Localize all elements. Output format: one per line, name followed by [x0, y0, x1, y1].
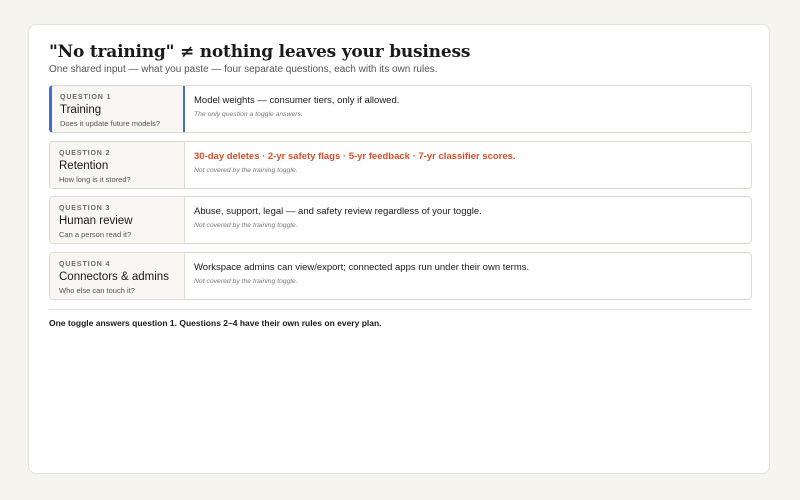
question-answer: 30-day deletes · 2-yr safety flags · 5-y…: [194, 150, 516, 162]
question-row-training: QUESTION 1 Training Does it update futur…: [49, 85, 752, 133]
question-list: QUESTION 1 Training Does it update futur…: [49, 85, 752, 307]
question-answer: Workspace admins can view/export; connec…: [194, 261, 530, 273]
question-answer: Abuse, support, legal — and safety revie…: [194, 206, 482, 217]
question-answer-panel: Workspace admins can view/export; connec…: [185, 253, 751, 299]
footer-summary: One toggle answers question 1. Questions…: [49, 318, 382, 328]
question-name: Connectors & admins: [59, 270, 169, 283]
question-note: The only question a toggle answers.: [194, 111, 303, 118]
question-note: Not covered by the training toggle.: [194, 166, 298, 174]
question-name: Human review: [59, 215, 133, 227]
question-name: Retention: [59, 159, 109, 172]
question-row-human-review: QUESTION 3 Human review Can a person rea…: [49, 196, 752, 244]
question-text: How long is it stored?: [59, 174, 131, 184]
question-note: Not covered by the training toggle.: [194, 277, 298, 285]
explainer-card: "No training" ≠ nothing leaves your busi…: [28, 24, 770, 474]
question-answer-panel: 30-day deletes · 2-yr safety flags · 5-y…: [185, 142, 751, 188]
question-text: Can a person read it?: [59, 230, 132, 239]
question-text: Does it update future models?: [60, 119, 161, 128]
question-number: QUESTION 3: [59, 205, 111, 212]
question-text: Who else can touch it?: [59, 285, 135, 295]
question-row-retention: QUESTION 2 Retention How long is it stor…: [49, 140, 752, 189]
question-name: Training: [60, 104, 102, 116]
page-title: "No training" ≠ nothing leaves your busi…: [49, 42, 471, 62]
question-answer: Model weights — consumer tiers, only if …: [194, 95, 400, 106]
question-row-connectors-admins: QUESTION 4 Connectors & admins Who else …: [49, 251, 752, 300]
footer-divider: [49, 309, 752, 310]
question-number: QUESTION 4: [59, 260, 111, 268]
question-label-panel: QUESTION 1 Training Does it update futur…: [52, 86, 185, 132]
question-answer-panel: Abuse, support, legal — and safety revie…: [185, 197, 751, 243]
page-subtitle: One shared input — what you paste — four…: [49, 64, 438, 75]
question-number: QUESTION 2: [59, 149, 111, 157]
question-note: Not covered by the training toggle.: [194, 222, 298, 229]
question-label-panel: QUESTION 4 Connectors & admins Who else …: [50, 252, 185, 299]
question-label-panel: QUESTION 3 Human review Can a person rea…: [50, 197, 185, 243]
question-number: QUESTION 1: [60, 94, 112, 101]
question-answer-panel: Model weights — consumer tiers, only if …: [185, 86, 751, 132]
question-label-panel: QUESTION 2 Retention How long is it stor…: [50, 141, 185, 188]
